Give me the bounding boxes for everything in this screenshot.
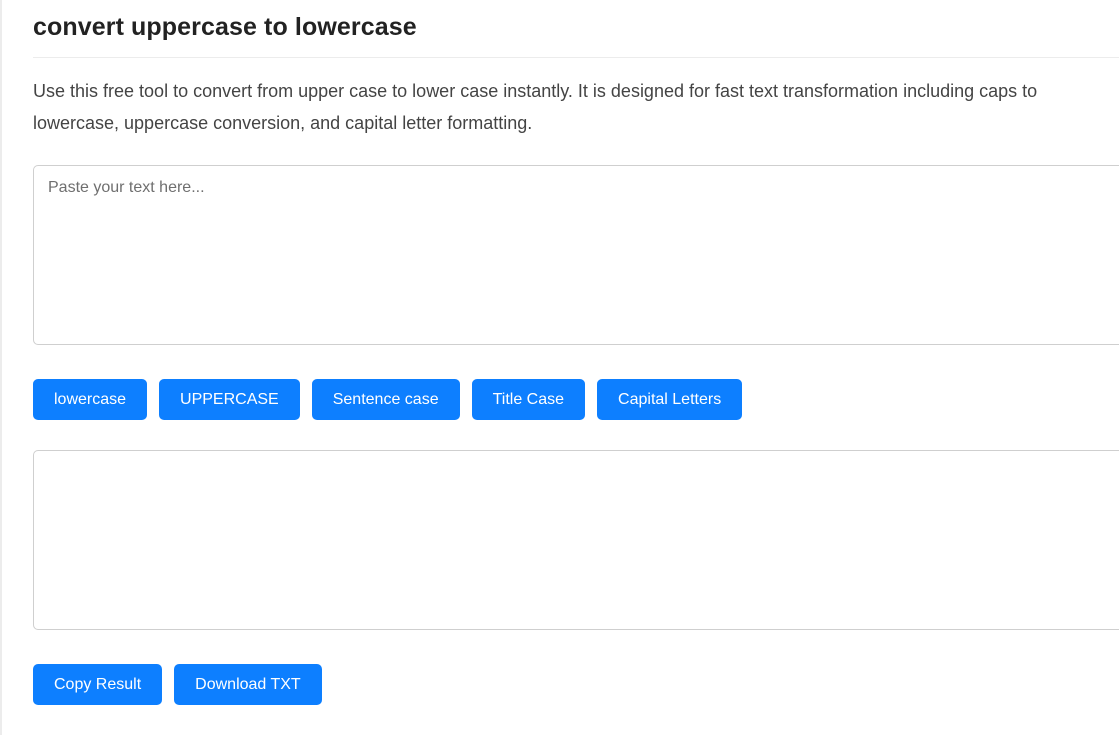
- page: convert uppercase to lowercase Use this …: [0, 0, 1119, 735]
- left-edge-divider: [0, 0, 2, 735]
- page-description: Use this free tool to convert from upper…: [33, 81, 1038, 133]
- input-textarea[interactable]: [33, 165, 1119, 345]
- uppercase-button[interactable]: UPPERCASE: [159, 379, 300, 420]
- title-divider: [33, 57, 1119, 58]
- copy-result-button[interactable]: Copy Result: [33, 664, 163, 705]
- download-txt-button[interactable]: Download TXT: [174, 664, 322, 705]
- lowercase-button[interactable]: lowercase: [33, 379, 148, 420]
- case-button-row: lowercase UPPERCASE Sentence case Title …: [33, 379, 743, 420]
- sentence-case-button[interactable]: Sentence case: [311, 379, 460, 420]
- output-textarea[interactable]: [33, 450, 1119, 630]
- action-button-row: Copy Result Download TXT: [33, 664, 322, 705]
- title-case-button[interactable]: Title Case: [471, 379, 586, 420]
- page-title: convert uppercase to lowercase: [33, 13, 417, 41]
- capital-letters-button[interactable]: Capital Letters: [597, 379, 743, 420]
